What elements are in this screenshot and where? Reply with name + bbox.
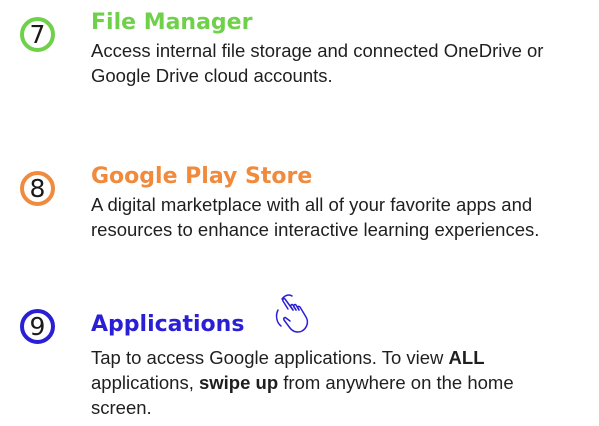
section-description-applications: Tap to access Google applications. To vi…: [91, 345, 561, 420]
section-title-google-play-store: Google Play Store: [91, 164, 313, 189]
number-badge-9: 9: [20, 309, 55, 344]
description-text: applications,: [91, 372, 199, 393]
number-badge-8: 8: [20, 171, 55, 206]
section-description-file-manager: Access internal file storage and connect…: [91, 40, 544, 86]
description-emphasis-swipe-up: swipe up: [198, 372, 279, 393]
number-badge-label: 9: [29, 312, 46, 341]
section-description-google-play-store: A digital marketplace with all of your f…: [91, 194, 540, 240]
number-badge-label: 8: [29, 174, 46, 203]
section-title-file-manager: File Manager: [91, 10, 253, 35]
section-title-applications: Applications: [91, 312, 245, 337]
description-emphasis-all: ALL: [448, 347, 485, 368]
description-text: Tap to access Google applications. To vi…: [91, 347, 449, 368]
number-badge-7: 7: [20, 17, 55, 52]
tap-hand-icon: [275, 294, 309, 333]
number-badge-label: 7: [29, 20, 46, 49]
